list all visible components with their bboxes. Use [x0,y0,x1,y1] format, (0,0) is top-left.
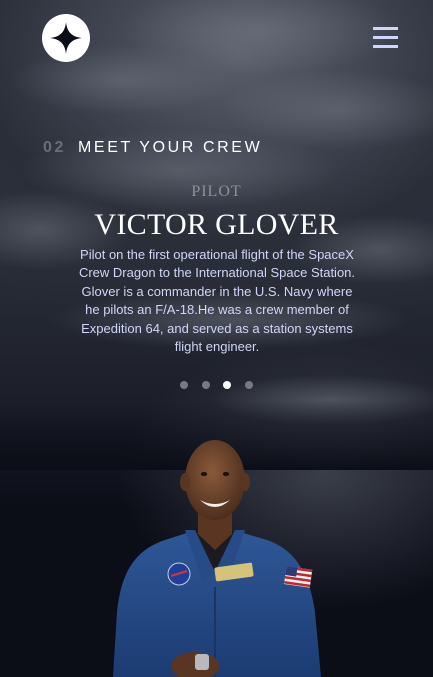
section-title: MEET YOUR CREW [78,139,263,156]
hamburger-menu-icon[interactable] [373,27,399,49]
crew-page: 02 MEET YOUR CREW PILOT VICTOR GLOVER Pil… [0,0,433,677]
section-number: 02 [43,139,66,156]
crew-name: VICTOR GLOVER [94,208,339,241]
carousel-dot-3[interactable] [223,381,231,389]
carousel-dot-4[interactable] [245,381,253,389]
logo[interactable] [42,14,90,62]
crew-portrait [113,440,321,677]
carousel-dot-2[interactable] [202,381,210,389]
crew-role: PILOT [191,183,242,200]
crew-bio: Pilot on the first operational flight of… [78,247,356,355]
section-heading: 02 MEET YOUR CREW [43,137,262,159]
carousel-dot-1[interactable] [180,381,188,389]
four-point-star-icon [50,22,82,54]
carousel-dots [180,381,256,389]
